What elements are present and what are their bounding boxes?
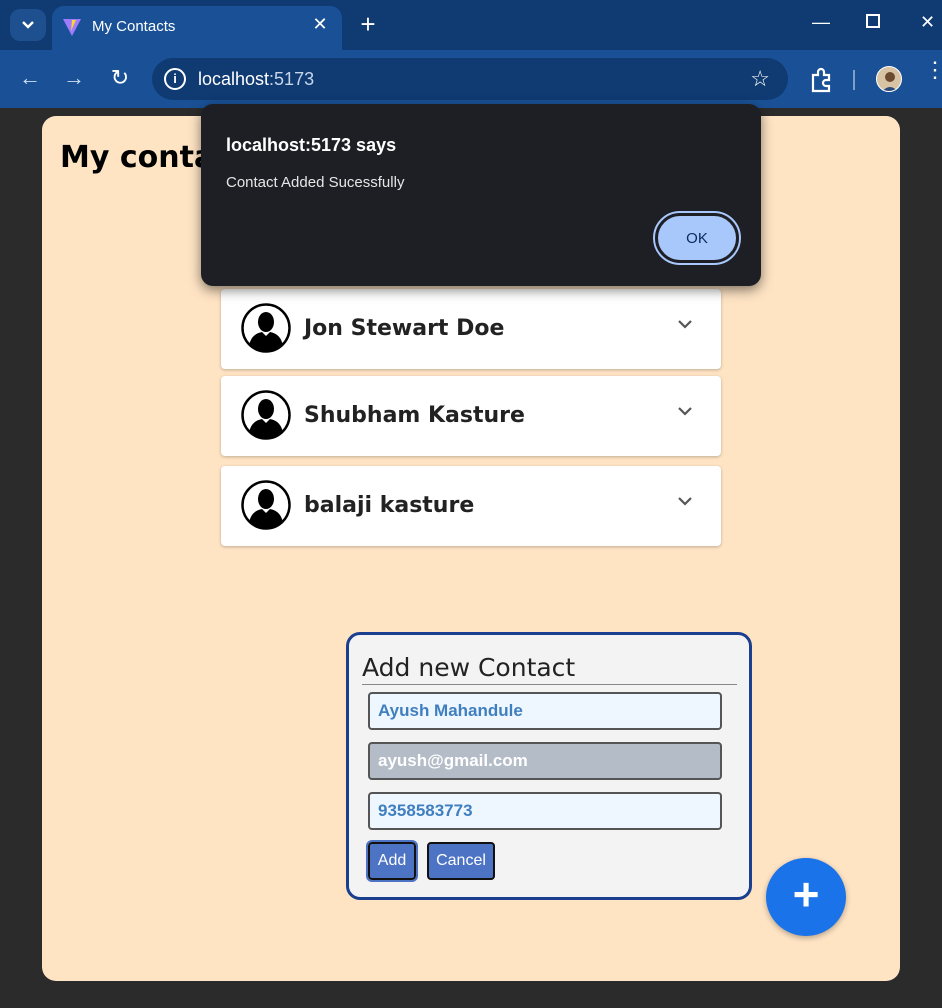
chevron-down-icon <box>22 21 34 29</box>
close-window-icon[interactable]: ✕ <box>920 12 935 33</box>
contact-name: balaji kasture <box>304 493 475 518</box>
alert-title: localhost:5173 says <box>226 135 397 155</box>
person-icon <box>241 303 291 353</box>
contact-name: Jon Stewart Doe <box>304 316 505 341</box>
extensions-puzzle-icon[interactable] <box>808 66 836 94</box>
tab-title: My Contacts <box>92 18 176 35</box>
alert-dialog: localhost:5173 says Contact Added Sucess… <box>201 104 761 286</box>
contact-card[interactable]: Shubham Kasture <box>221 376 721 456</box>
vite-logo-icon <box>63 19 81 36</box>
back-arrow-icon[interactable]: ← <box>16 64 44 92</box>
ok-button[interactable]: OK <box>653 211 741 265</box>
person-icon <box>241 480 291 530</box>
add-contact-form: Add new Contact Ayush Mahandule ayush@gm… <box>346 632 752 900</box>
name-input[interactable]: Ayush Mahandule <box>368 692 722 730</box>
tab-strip: My Contacts ✕ + — ✕ <box>0 0 942 50</box>
chevron-down-icon[interactable] <box>676 315 694 333</box>
cancel-button[interactable]: Cancel <box>427 842 495 880</box>
add-contact-fab-button[interactable]: + <box>766 858 846 936</box>
alert-message: Contact Added Sucessfully <box>226 174 405 191</box>
browser-tab[interactable]: My Contacts ✕ <box>52 6 342 50</box>
profile-avatar-icon[interactable] <box>876 66 902 92</box>
contact-card[interactable]: balaji kasture <box>221 466 721 546</box>
new-tab-button[interactable]: + <box>356 10 380 38</box>
address-bar[interactable]: i localhost:5173 ☆ <box>152 58 788 100</box>
person-icon <box>241 390 291 440</box>
forward-arrow-icon[interactable]: → <box>60 64 88 92</box>
url-text: localhost:5173 <box>198 69 315 89</box>
add-button[interactable]: Add <box>366 840 418 882</box>
contact-name: Shubham Kasture <box>304 403 525 428</box>
close-tab-icon[interactable]: ✕ <box>310 14 330 34</box>
chevron-down-icon[interactable] <box>676 492 694 510</box>
maximize-icon[interactable] <box>866 14 880 28</box>
email-input[interactable]: ayush@gmail.com <box>368 742 722 780</box>
site-info-icon[interactable]: i <box>164 68 186 90</box>
tab-search-button[interactable] <box>10 9 46 41</box>
bookmark-star-icon[interactable]: ☆ <box>750 66 770 92</box>
form-heading: Add new Contact <box>362 653 737 685</box>
phone-input[interactable]: 9358583773 <box>368 792 722 830</box>
chevron-down-icon[interactable] <box>676 402 694 420</box>
reload-icon[interactable]: ↻ <box>106 64 134 92</box>
browser-toolbar: ← → ↻ i localhost:5173 ☆ ⋮ <box>0 50 942 108</box>
contact-card[interactable]: Jon Stewart Doe <box>221 289 721 369</box>
more-menu-icon[interactable]: ⋮ <box>924 59 942 81</box>
toolbar-divider <box>853 70 855 90</box>
minimize-icon[interactable]: — <box>812 12 830 33</box>
